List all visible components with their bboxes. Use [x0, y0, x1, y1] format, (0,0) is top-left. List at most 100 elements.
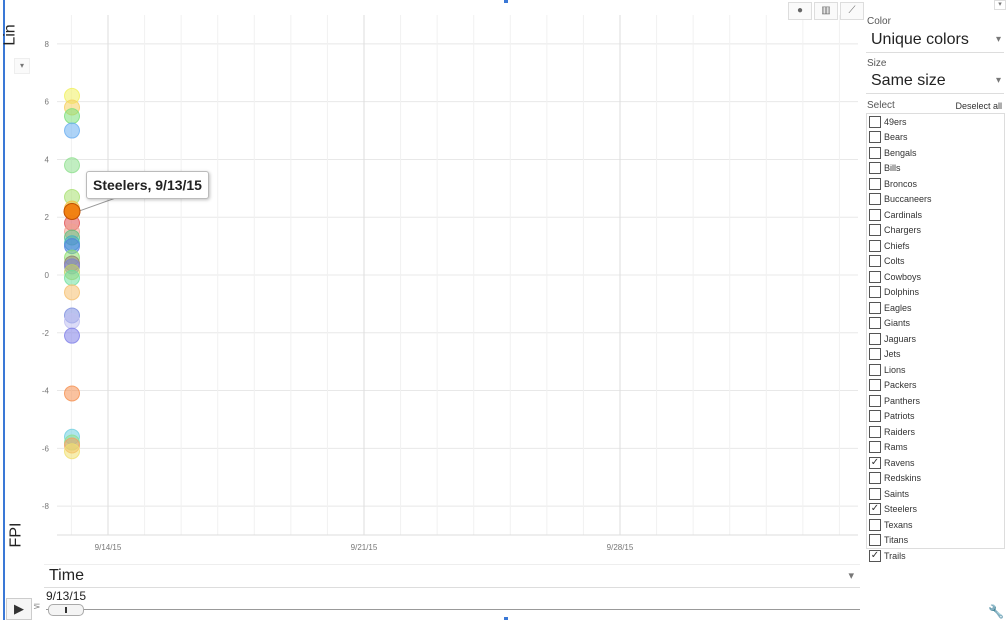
list-item[interactable]: Packers [867, 378, 1004, 394]
team-checkbox[interactable] [869, 332, 881, 345]
team-checkbox[interactable] [869, 441, 881, 454]
list-item[interactable]: ✓ Ravens [867, 455, 1004, 471]
team-checkbox[interactable] [869, 255, 881, 268]
size-dropdown-value: Same size [871, 72, 946, 89]
team-checkbox[interactable] [869, 162, 881, 175]
team-checkbox[interactable]: ✓ [869, 503, 881, 516]
list-item[interactable]: Broncos [867, 176, 1004, 192]
chart-area[interactable]: 8 6 4 2 0 -2 -4 -6 -8 9/14/15 9/21/15 9/28/15 [0, 0, 860, 560]
list-item[interactable]: Panthers [867, 393, 1004, 409]
team-checkbox[interactable] [869, 270, 881, 283]
list-item[interactable]: Jaguars [867, 331, 1004, 347]
list-item[interactable]: Rams [867, 440, 1004, 456]
team-checkbox[interactable] [869, 379, 881, 392]
bubble-chart-icon[interactable]: ● [788, 2, 812, 20]
team-label: Saints [884, 488, 910, 499]
chevron-down-icon: ▾ [995, 34, 1001, 45]
list-item[interactable]: Dolphins [867, 285, 1004, 301]
team-checkbox[interactable]: ✓ [869, 456, 881, 469]
team-checkbox[interactable] [869, 301, 881, 314]
deselect-all-link[interactable]: Deselect all [955, 101, 1002, 111]
list-item[interactable]: Texans [867, 517, 1004, 533]
chart-type-buttons: ● ▥ ⟋ [788, 2, 864, 20]
bar-chart-icon[interactable]: ▥ [814, 2, 838, 20]
team-checkbox[interactable] [869, 131, 881, 144]
list-item[interactable]: Colts [867, 254, 1004, 270]
team-checkbox[interactable] [869, 224, 881, 237]
list-item[interactable]: Redskins [867, 471, 1004, 487]
team-checkbox[interactable] [869, 410, 881, 423]
list-item[interactable]: Lions [867, 362, 1004, 378]
list-item[interactable]: ✓ Steelers [867, 502, 1004, 518]
list-item[interactable]: Eagles [867, 300, 1004, 316]
time-slider-handle[interactable] [48, 604, 84, 616]
list-item[interactable]: Giants [867, 316, 1004, 332]
list-item[interactable]: Raiders [867, 424, 1004, 440]
list-item[interactable]: Bills [867, 161, 1004, 177]
color-dropdown[interactable]: Unique colors ▾ [866, 30, 1004, 53]
data-point [64, 284, 80, 301]
list-item[interactable]: Jets [867, 347, 1004, 363]
team-checkbox[interactable] [869, 472, 881, 485]
list-item[interactable]: Chiefs [867, 238, 1004, 254]
x-tick-label: 9/21/15 [351, 543, 378, 552]
trails-label: Trails [884, 551, 906, 561]
scatter-chart[interactable]: 8 6 4 2 0 -2 -4 -6 -8 9/14/15 9/21/15 9/28/15 [0, 0, 860, 560]
data-point [64, 157, 80, 174]
color-dropdown-value: Unique colors [871, 31, 969, 48]
line-chart-icon[interactable]: ⟋ [840, 2, 864, 20]
team-label: Chargers [884, 225, 922, 236]
team-checkbox[interactable] [869, 487, 881, 500]
x-axis-selector[interactable]: Time ▾ [44, 564, 860, 588]
x-axis-label: Time [49, 567, 84, 584]
time-slider-track[interactable] [46, 609, 860, 610]
team-checkbox[interactable] [869, 115, 881, 128]
team-checkbox[interactable] [869, 177, 881, 190]
team-list[interactable]: 49ers Bears Bengals Bills Broncos Buccaneers C… [866, 113, 1005, 549]
play-button[interactable]: ▶ [6, 598, 32, 620]
y-tick-label: -2 [42, 329, 50, 338]
list-item[interactable]: Saints [867, 486, 1004, 502]
team-checkbox[interactable] [869, 317, 881, 330]
x-tick-label: 9/14/15 [95, 543, 122, 552]
y-tick-label: 4 [45, 155, 50, 164]
trails-checkbox-row[interactable]: ✓ Trails [867, 550, 906, 562]
team-checkbox[interactable] [869, 239, 881, 252]
team-checkbox[interactable] [869, 363, 881, 376]
y-tick-label: -6 [42, 444, 50, 453]
list-item[interactable]: Chargers [867, 223, 1004, 239]
team-label: Redskins [884, 473, 922, 484]
team-checkbox[interactable] [869, 146, 881, 159]
team-label: Raiders [884, 426, 916, 437]
team-checkbox[interactable] [869, 518, 881, 531]
list-item[interactable]: 49ers [867, 114, 1004, 130]
team-checkbox[interactable] [869, 193, 881, 206]
y-tick-label: 0 [45, 271, 50, 280]
list-item[interactable]: Patriots [867, 409, 1004, 425]
list-item[interactable]: Cowboys [867, 269, 1004, 285]
team-checkbox[interactable] [869, 534, 881, 547]
team-label: Texans [884, 519, 913, 530]
color-label: Color [867, 16, 891, 27]
team-label: Jets [884, 349, 901, 360]
team-checkbox[interactable] [869, 208, 881, 221]
y-tick-label: 6 [45, 98, 50, 107]
panel-collapse-icon[interactable]: ▾ [994, 0, 1006, 10]
team-label: Patriots [884, 411, 915, 422]
team-label: Giants [884, 318, 911, 329]
size-dropdown[interactable]: Same size ▾ [866, 71, 1004, 94]
list-item[interactable]: Buccaneers [867, 192, 1004, 208]
speed-icon[interactable]: ⋝ [33, 601, 43, 613]
team-checkbox[interactable] [869, 348, 881, 361]
trails-checkbox[interactable]: ✓ [869, 550, 881, 562]
team-checkbox[interactable] [869, 425, 881, 438]
team-checkbox[interactable] [869, 394, 881, 407]
team-label: Bengals [884, 147, 917, 158]
list-item[interactable]: Bengals [867, 145, 1004, 161]
team-checkbox[interactable] [869, 286, 881, 299]
list-item[interactable]: Cardinals [867, 207, 1004, 223]
highlighted-point [63, 202, 81, 220]
size-label: Size [867, 58, 887, 69]
list-item[interactable]: Titans [867, 533, 1004, 549]
list-item[interactable]: Bears [867, 130, 1004, 146]
